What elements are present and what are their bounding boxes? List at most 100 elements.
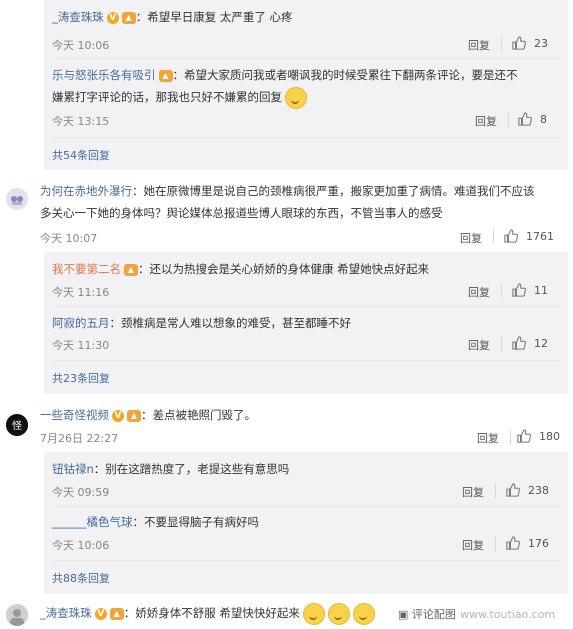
- level-badge-icon: ▲: [109, 607, 124, 620]
- comment-continuation: 嫌累打字评论的话，那我也只好不嫌累的回复: [52, 86, 307, 109]
- like-button[interactable]: 23: [512, 36, 548, 50]
- smile-emoji-icon: [327, 602, 350, 625]
- verified-badge-icon: V: [112, 409, 124, 422]
- like-button[interactable]: 11: [512, 283, 548, 297]
- divider: [52, 137, 560, 138]
- thumbs-up-icon: [506, 483, 520, 497]
- level-badge-icon: ▲: [158, 69, 173, 82]
- timestamp: 今天 11:30: [52, 339, 110, 352]
- level-badge-icon: ▲: [127, 409, 141, 422]
- divider: [510, 430, 511, 444]
- reply-text: ：颈椎病是常人难以想象的难受，甚至都睡不好: [109, 316, 352, 330]
- like-count: 8: [540, 112, 547, 126]
- timestamp: 今天 10:06: [52, 539, 110, 552]
- divider: [493, 230, 494, 244]
- reply-button[interactable]: 回复: [468, 37, 490, 53]
- thumbs-up-icon: [512, 336, 526, 350]
- reply-button[interactable]: 回复: [468, 337, 490, 353]
- like-button[interactable]: 8: [518, 112, 547, 126]
- reply-button[interactable]: 回复: [477, 430, 499, 446]
- like-count: 180: [539, 429, 560, 443]
- thumbs-up-icon: [518, 112, 532, 126]
- comment: _涛查珠珠 V ▲ ：娇娇身体不舒服 希望快快好起来: [40, 602, 375, 625]
- reply: 钮钴禄n：别在这蹭热度了，老提这些有意思吗: [52, 458, 289, 480]
- comment: 乐与怒张乐各有吸引 ▲ ：希望大家质问我或者嘲讽我的时候受累往下翻两条评论，要是还不: [52, 64, 518, 86]
- reply-button[interactable]: 回复: [462, 484, 484, 500]
- comment-image-link[interactable]: ▣ 评论配图: [398, 606, 456, 622]
- reply-button[interactable]: 回复: [460, 230, 482, 246]
- timestamp: 今天 10:06: [52, 39, 110, 52]
- thumbs-up-icon: [506, 536, 520, 550]
- comment: 为何在赤地外瀑行：她在原微博里是说自己的颈椎病很严重，搬家更加重了病情。难道我们…: [40, 180, 535, 202]
- divider: [495, 484, 496, 498]
- comment: _涛查珠珠 V ▲ ：希望早日康复 太严重了 心疼: [52, 6, 293, 28]
- like-count: 12: [534, 336, 548, 350]
- comment-image-label: 评论配图: [411, 608, 456, 621]
- smile-emoji-icon: [302, 602, 325, 625]
- svg-text:怪: 怪: [12, 419, 22, 432]
- username[interactable]: ______橘色气球: [52, 515, 133, 529]
- more-replies-link[interactable]: 共54条回复: [52, 147, 110, 163]
- more-replies-link[interactable]: 共23条回复: [52, 370, 110, 386]
- more-replies-link[interactable]: 共88条回复: [52, 570, 110, 586]
- level-badge-icon: ▲: [121, 11, 136, 24]
- comment: 一些奇怪视频 V ▲ ：差点被艳照门毁了。: [40, 404, 256, 426]
- like-count: 176: [528, 536, 549, 550]
- comment-text: ：娇娇身体不舒服 希望快快好起来: [123, 606, 300, 620]
- like-count: 1761: [526, 229, 554, 243]
- like-count: 11: [534, 283, 548, 297]
- avatar[interactable]: [6, 604, 28, 626]
- reply-text: ：不要显得脑子有病好吗: [132, 515, 260, 529]
- verified-badge-icon: V: [106, 11, 119, 24]
- reply-button[interactable]: 回复: [468, 284, 490, 300]
- level-badge-icon: ▲: [124, 263, 138, 276]
- timestamp: 7月26日 22:27: [40, 432, 119, 445]
- like-button[interactable]: 180: [517, 429, 560, 443]
- avatar[interactable]: 怪: [6, 414, 28, 436]
- username[interactable]: 一些奇怪视频: [40, 408, 109, 422]
- username[interactable]: _涛查珠珠: [40, 606, 92, 620]
- like-button[interactable]: 238: [506, 483, 549, 497]
- avatar[interactable]: [6, 188, 28, 210]
- divider: [495, 537, 496, 551]
- comment-text: 嫌累打字评论的话，那我也只好不嫌累的回复: [52, 90, 282, 104]
- divider: [52, 506, 560, 507]
- watermark: www.toutiao.com: [460, 608, 556, 621]
- divider: [508, 113, 509, 127]
- timestamp: 今天 09:59: [52, 486, 110, 499]
- username[interactable]: _涛查珠珠: [52, 10, 104, 24]
- username[interactable]: 我不要第二名: [52, 262, 121, 276]
- reply: ______橘色气球：不要显得脑子有病好吗: [52, 511, 259, 533]
- reply: 我不要第二名 ▲ ：还以为热搜会是关心娇娇的身体健康 希望她快点好起来: [52, 258, 429, 280]
- divider: [501, 37, 502, 51]
- reply-button[interactable]: 回复: [475, 113, 497, 129]
- thumbs-up-icon: [517, 429, 531, 443]
- divider: [52, 306, 560, 307]
- verified-badge-icon: V: [94, 607, 107, 620]
- reply-button[interactable]: 回复: [462, 537, 484, 553]
- reply-text: ：还以为热搜会是关心娇娇的身体健康 希望她快点好起来: [138, 262, 430, 276]
- like-count: 23: [534, 36, 548, 50]
- like-button[interactable]: 176: [506, 536, 549, 550]
- comment-text: ：希望大家质问我或者嘲讽我的时候受累往下翻两条评论，要是还不: [172, 68, 518, 82]
- divider: [52, 560, 560, 561]
- smile-emoji-icon: [285, 86, 307, 109]
- avatar-image: [6, 604, 28, 626]
- reply-text: ：别在这蹭热度了，老提这些有意思吗: [93, 462, 290, 476]
- divider: [501, 337, 502, 351]
- comment-text: ：她在原微博里是说自己的颈椎病很严重，搬家更加重了病情。难道我们不应该: [132, 184, 535, 198]
- username[interactable]: 乐与怒张乐各有吸引: [52, 68, 156, 82]
- like-count: 238: [528, 483, 549, 497]
- timestamp: 今天 11:16: [52, 286, 110, 299]
- comment-text: ：差点被艳照门毁了。: [141, 408, 256, 422]
- divider: [501, 284, 502, 298]
- username[interactable]: 钮钴禄n: [52, 462, 94, 476]
- like-button[interactable]: 1761: [504, 229, 554, 243]
- thumbs-up-icon: [512, 283, 526, 297]
- timestamp: 今天 10:07: [40, 232, 98, 245]
- username[interactable]: 为何在赤地外瀑行: [40, 184, 132, 198]
- reply: 阿寂的五月：颈椎病是常人难以想象的难受，甚至都睡不好: [52, 312, 351, 334]
- divider: [52, 360, 560, 361]
- username[interactable]: 阿寂的五月: [52, 316, 110, 330]
- like-button[interactable]: 12: [512, 336, 548, 350]
